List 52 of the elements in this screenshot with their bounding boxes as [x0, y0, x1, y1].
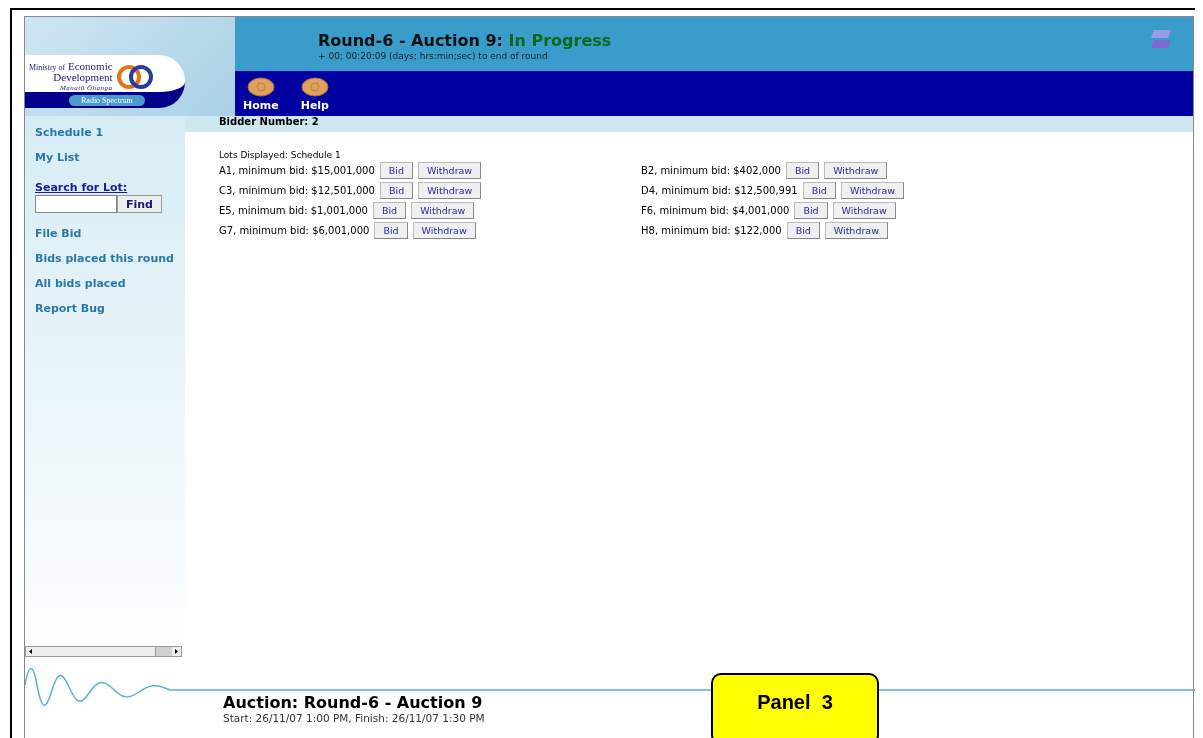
scroll-right-icon[interactable] [172, 647, 181, 656]
bid-button[interactable]: Bid [379, 162, 414, 179]
bid-button[interactable]: Bid [785, 162, 820, 179]
page-title: Round-6 - Auction 9: In Progress [318, 31, 612, 50]
withdraw-button[interactable]: Withdraw [824, 222, 888, 239]
withdraw-button[interactable]: Withdraw [411, 202, 475, 219]
withdraw-button[interactable]: Withdraw [418, 162, 482, 179]
panel-callout: Panel 3 [711, 673, 879, 738]
lot-minimum-bid: G7, minimum bid: $6,001,000 [219, 225, 370, 236]
lot-minimum-bid: F6, minimum bid: $4,001,000 [641, 205, 790, 216]
lot-minimum-bid: A1, minimum bid: $15,001,000 [219, 165, 375, 176]
sidebar-link[interactable]: Schedule 1 [35, 126, 185, 139]
countdown-text: + 00; 00:20:09 (days; hrs:min;sec) to end of round [318, 51, 549, 61]
lot-minimum-bid: C3, minimum bid: $12,501,000 [219, 185, 375, 196]
lot-search-field[interactable] [35, 195, 117, 213]
bid-button[interactable]: Bid [374, 222, 408, 239]
bid-button[interactable]: Bid [372, 202, 407, 219]
radio-spectrum-label: Radio Spectrum [69, 95, 145, 106]
sidebar-link[interactable]: All bids placed [35, 277, 185, 290]
logo-name-text: Economic [68, 60, 113, 72]
round-badge-icon [300, 77, 329, 97]
round-badge-icon [246, 77, 275, 97]
sidebar-link[interactable]: File Bid [35, 227, 185, 240]
lot-minimum-bid: B2, minimum bid: $402,000 [641, 165, 781, 176]
sidebar-link[interactable]: My List [35, 151, 185, 164]
lot-minimum-bid: H8, minimum bid: $122,000 [641, 225, 782, 236]
lot-minimum-bid: E5, minimum bid: $1,001,000 [219, 205, 368, 216]
withdraw-button[interactable]: Withdraw [418, 182, 482, 199]
withdraw-button[interactable]: Withdraw [412, 222, 476, 239]
sidebar-link[interactable]: Bids placed this round [35, 252, 185, 265]
logo-name-text: Development [53, 72, 113, 83]
scrollbar-thumb[interactable] [155, 647, 172, 656]
nav-button[interactable]: Help [300, 77, 329, 116]
sidebar-link[interactable]: Report Bug [35, 302, 185, 315]
bid-button[interactable]: Bid [794, 202, 828, 219]
bid-button[interactable]: Bid [380, 182, 414, 199]
withdraw-button[interactable]: Withdraw [832, 202, 896, 219]
withdraw-button[interactable]: Withdraw [840, 182, 904, 199]
auction-times: Start: 26/11/07 1:00 PM, Finish: 26/11/07 1:30 PM [223, 712, 485, 724]
scroll-left-icon[interactable] [26, 647, 35, 656]
auction-title: Auction: Round-6 - Auction 9 [223, 693, 484, 712]
withdraw-button[interactable]: Withdraw [824, 162, 888, 179]
bid-button[interactable]: Bid [786, 222, 820, 239]
logo-ministry-text: Ministry of [29, 63, 66, 72]
lots-heading: Lots Displayed: Schedule 1 [219, 150, 342, 160]
horizontal-scrollbar[interactable] [25, 646, 182, 657]
bidder-number-text: Bidder Number: 2 [219, 116, 319, 127]
nav-button[interactable]: Home [243, 77, 279, 116]
find-button[interactable]: Find [117, 195, 162, 213]
bid-button[interactable]: Bid [802, 182, 836, 199]
lot-minimum-bid: D4, minimum bid: $12,500,991 [641, 185, 798, 196]
search-lot-link[interactable]: Search for Lot: [35, 181, 128, 194]
